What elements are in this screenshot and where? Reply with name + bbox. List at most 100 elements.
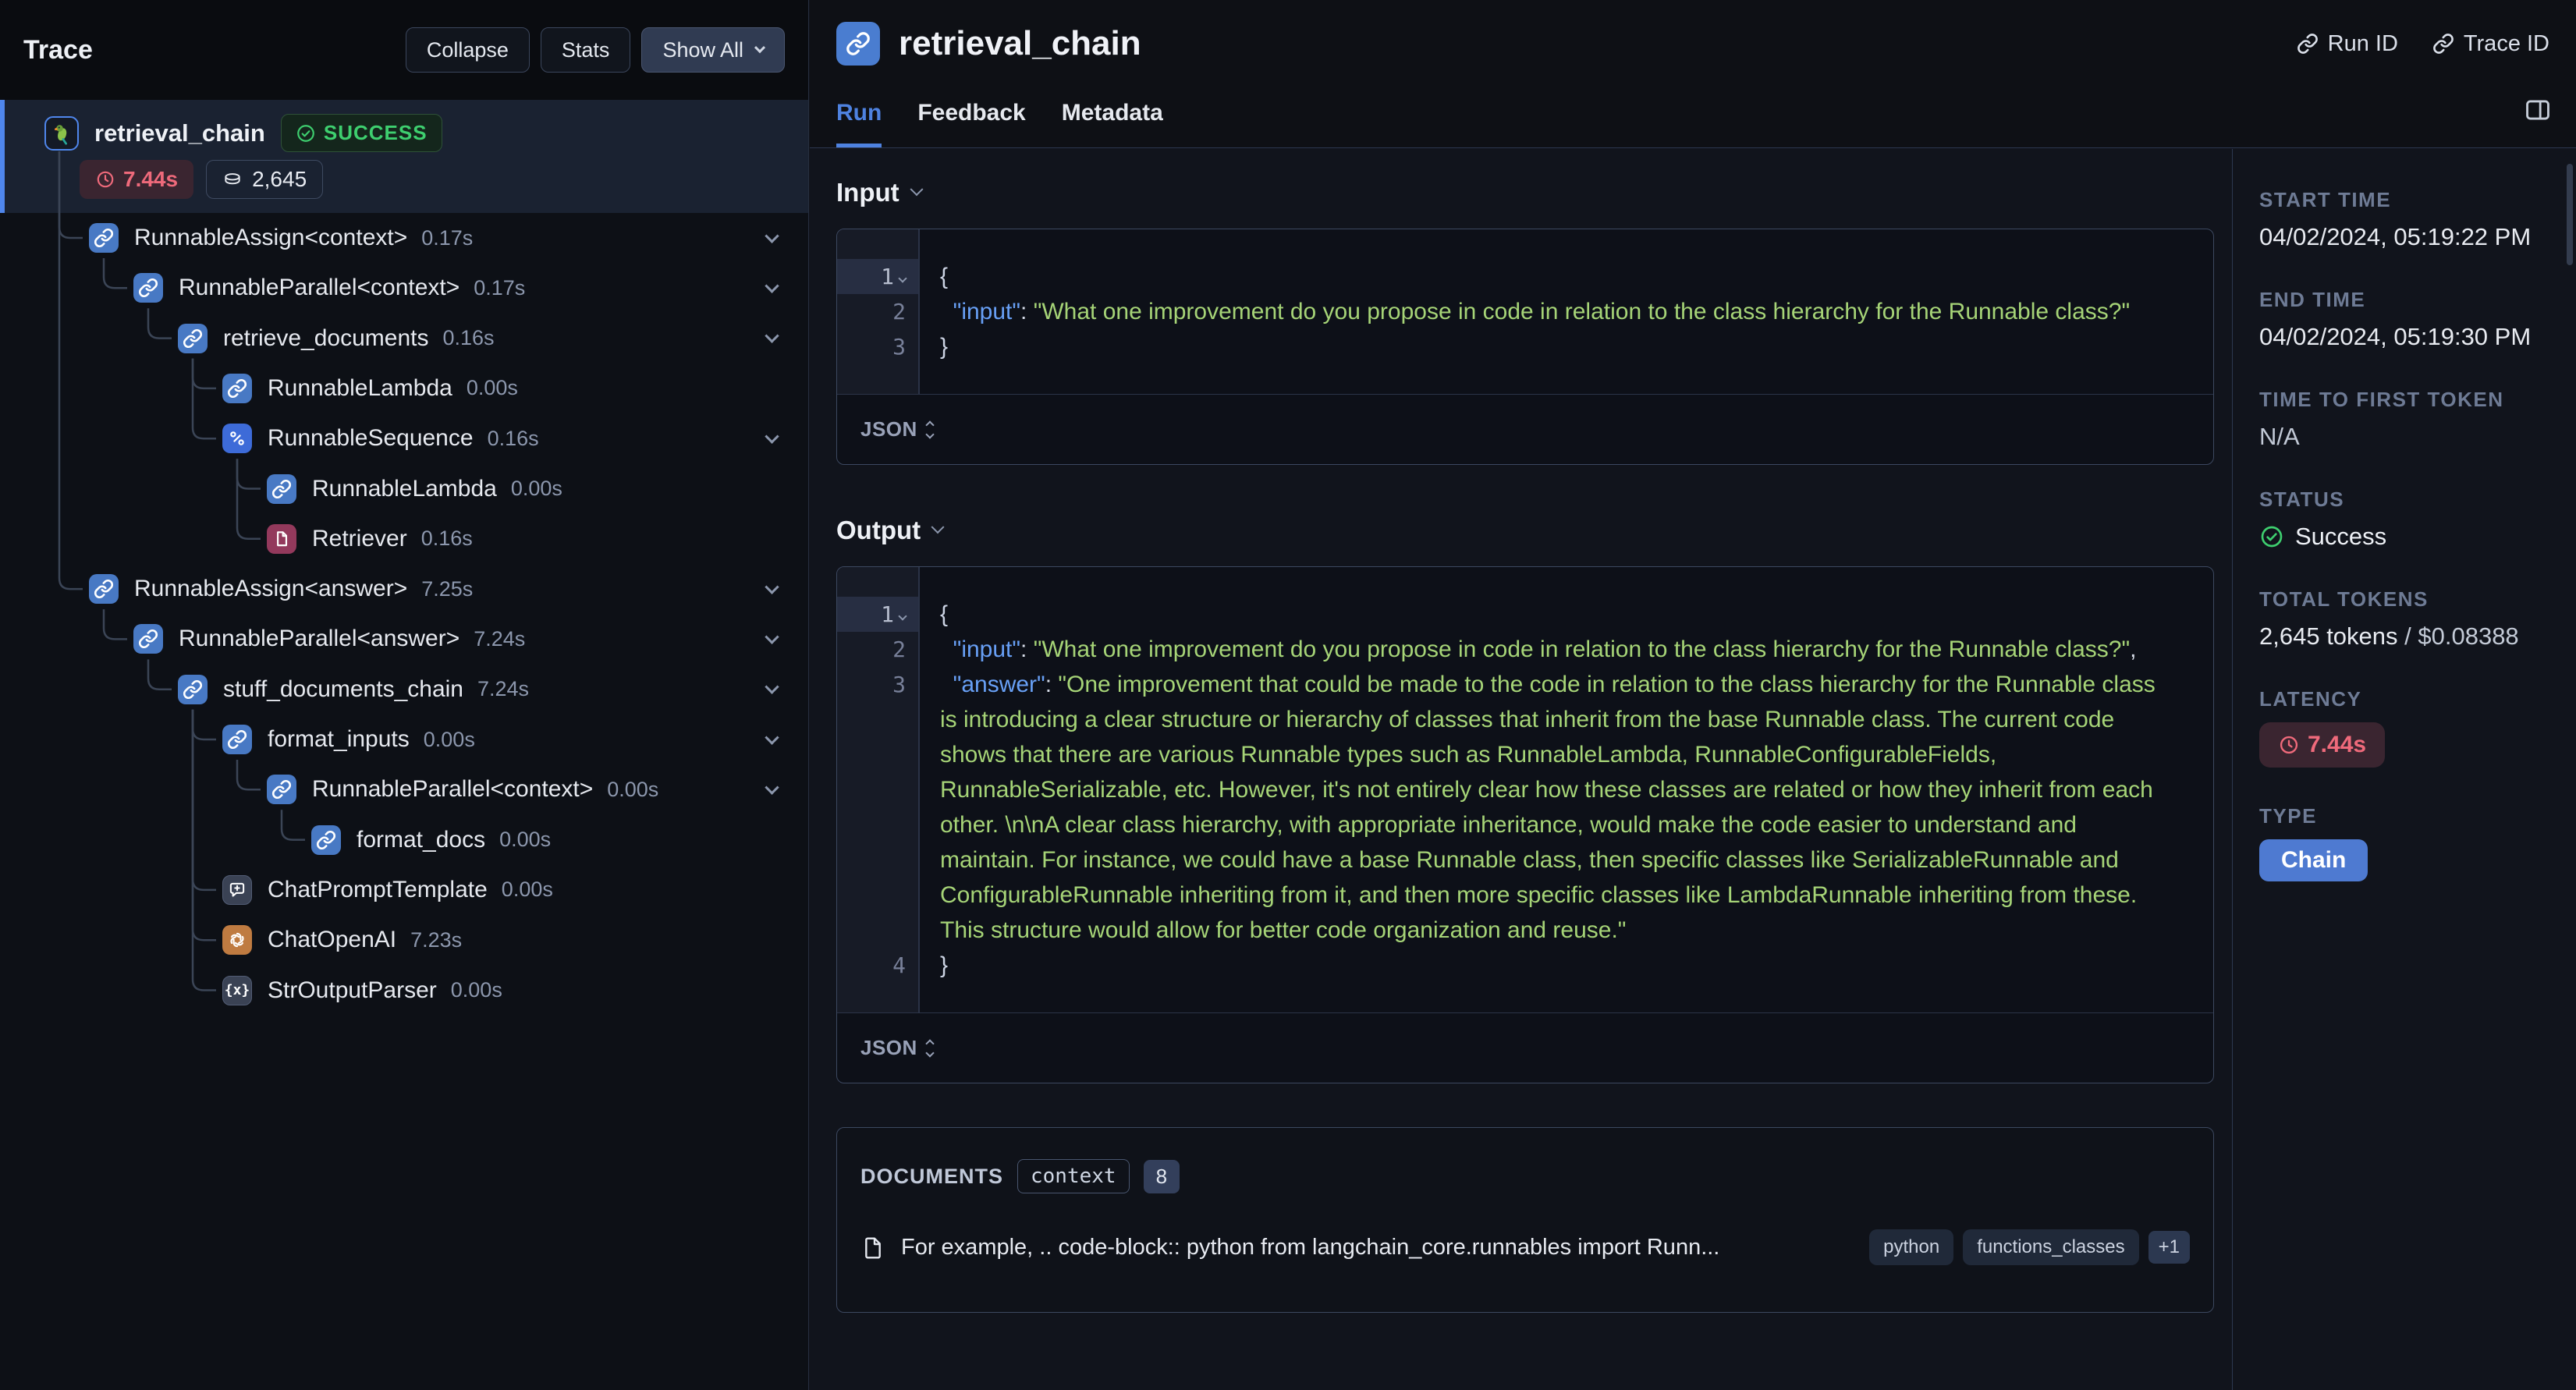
trace-node[interactable]: {x} StrOutputParser 0.00s — [0, 966, 808, 1016]
line-number[interactable]: 3 — [837, 667, 918, 948]
chevron-down-icon[interactable] — [765, 228, 779, 243]
code-line: 4} — [837, 948, 2213, 983]
type-label: TYPE — [2259, 804, 2317, 828]
tab-feedback[interactable]: Feedback — [917, 100, 1025, 147]
stats-button[interactable]: Stats — [540, 27, 631, 73]
trace-node[interactable]: Retriever 0.16s — [0, 514, 808, 564]
chevron-down-icon[interactable] — [765, 780, 779, 795]
fold-chevron-icon — [898, 612, 907, 621]
clock-icon — [2280, 736, 2298, 754]
panel-toggle-icon[interactable] — [2523, 95, 2553, 129]
line-number[interactable]: 1 — [837, 597, 918, 632]
ttft-label: TIME TO FIRST TOKEN — [2259, 388, 2504, 411]
trace-node[interactable]: RunnableLambda 0.00s — [0, 464, 808, 514]
trace-node[interactable]: RunnableAssign<answer> 7.25s — [0, 564, 808, 614]
chevron-down-icon — [931, 520, 945, 534]
trace-node[interactable]: format_docs 0.00s — [0, 815, 808, 865]
trace-node[interactable]: format_inputs 0.00s — [0, 715, 808, 764]
chevron-down-icon — [754, 42, 766, 54]
trace-node[interactable]: ChatPromptTemplate 0.00s — [0, 865, 808, 915]
end-time-label: END TIME — [2259, 288, 2366, 311]
trace-panel-header: Trace Collapse Stats Show All — [0, 0, 808, 100]
status-label: STATUS — [2259, 488, 2345, 511]
status-group: STATUS Success — [2259, 488, 2560, 551]
trace-node[interactable]: RunnableParallel<context> 0.00s — [0, 764, 808, 814]
chevron-down-icon[interactable] — [765, 679, 779, 695]
documents-label: DOCUMENTS — [860, 1164, 1003, 1188]
trace-node[interactable]: RunnableSequence 0.16s — [0, 413, 808, 463]
total-tokens-value: 2,645 tokens / $0.08388 — [2259, 622, 2519, 650]
chain-icon — [178, 323, 208, 353]
trace-node-duration: 0.16s — [487, 426, 539, 450]
trace-node-name: RunnableParallel<context> — [312, 776, 594, 803]
trace-node[interactable]: retrieve_documents 0.16s — [0, 314, 808, 363]
link-icon — [2297, 34, 2318, 54]
line-number[interactable]: 3 — [837, 329, 918, 364]
trace-node[interactable]: RunnableParallel<context> 0.17s — [0, 263, 808, 313]
code-line: 2 "input": "What one improvement do you … — [837, 632, 2213, 667]
run-header: retrieval_chain Run ID Trace ID Run Feed… — [810, 0, 2576, 148]
trace-header-actions: Collapse Stats Show All — [405, 27, 785, 73]
trace-node-duration: 7.24s — [477, 677, 530, 701]
chain-icon — [311, 824, 341, 855]
show-all-button[interactable]: Show All — [641, 27, 785, 73]
document-tags: python functions_classes +1 — [1869, 1229, 2190, 1265]
trace-node-name: RunnableSequence — [268, 425, 474, 452]
trace-node[interactable]: RunnableAssign<context> 0.17s — [0, 213, 808, 263]
trace-node-duration: 7.25s — [421, 576, 474, 601]
output-section-header[interactable]: Output — [836, 513, 2214, 548]
chain-icon — [133, 273, 163, 303]
retriever-icon — [267, 523, 296, 554]
end-time-group: END TIME 04/02/2024, 05:19:30 PM — [2259, 288, 2560, 351]
trace-node[interactable]: RunnableParallel<answer> 7.24s — [0, 614, 808, 664]
trace-node-duration: 0.17s — [421, 225, 474, 250]
doc-more-tags-badge[interactable]: +1 — [2148, 1231, 2190, 1264]
context-badge[interactable]: context — [1017, 1159, 1130, 1193]
chain-icon — [267, 473, 296, 504]
output-format-selector[interactable]: JSON — [837, 1012, 2213, 1083]
line-number[interactable]: 4 — [837, 948, 918, 983]
input-format-selector[interactable]: JSON — [837, 394, 2213, 464]
input-code: 1{2 "input": "What one improvement do yo… — [837, 229, 2213, 394]
trace-node-name: RunnableAssign<answer> — [134, 576, 408, 602]
chain-icon — [267, 775, 296, 805]
documents-section: DOCUMENTS context 8 For example, .. code… — [836, 1127, 2214, 1313]
trace-tree: RunnableAssign<context> 0.17s RunnablePa… — [0, 100, 808, 1390]
trace-node[interactable]: ChatOpenAI 7.23s — [0, 915, 808, 965]
chevron-down-icon[interactable] — [765, 328, 779, 343]
chevron-down-icon[interactable] — [765, 629, 779, 644]
run-header-actions: Run ID Trace ID — [2297, 31, 2549, 57]
trace-node-duration: 7.24s — [474, 626, 526, 651]
scrollbar-thumb[interactable] — [2567, 164, 2573, 265]
input-section-header[interactable]: Input — [836, 176, 2214, 210]
chevron-down-icon[interactable] — [765, 278, 779, 293]
chain-icon — [89, 574, 119, 605]
chain-icon — [222, 725, 252, 754]
collapse-button[interactable]: Collapse — [405, 27, 530, 73]
trace-node-duration: 0.00s — [607, 777, 659, 801]
trace-node-name: format_docs — [357, 826, 486, 853]
run-id-button[interactable]: Run ID — [2297, 31, 2398, 57]
chevron-down-icon[interactable] — [765, 580, 779, 594]
start-time-label: START TIME — [2259, 188, 2392, 211]
chevron-down-icon[interactable] — [765, 429, 779, 444]
tab-metadata[interactable]: Metadata — [1062, 100, 1163, 147]
fold-chevron-icon — [898, 274, 907, 283]
document-text: For example, .. code-block:: python from… — [901, 1234, 1720, 1260]
trace-node[interactable]: stuff_documents_chain 7.24s — [0, 665, 808, 715]
trace-id-button[interactable]: Trace ID — [2432, 31, 2549, 57]
trace-node-duration: 0.17s — [474, 275, 526, 300]
check-circle-icon — [2261, 526, 2283, 548]
trace-panel: Trace Collapse Stats Show All retrieval_… — [0, 0, 809, 1390]
line-number[interactable]: 1 — [837, 259, 918, 294]
trace-node[interactable]: RunnableLambda 0.00s — [0, 363, 808, 413]
tab-run[interactable]: Run — [836, 100, 882, 147]
sequence-icon — [222, 424, 252, 454]
trace-node-name: retrieve_documents — [223, 324, 429, 351]
chain-icon — [178, 674, 208, 704]
document-row[interactable]: For example, .. code-block:: python from… — [860, 1229, 2190, 1265]
run-metadata-sidebar: START TIME 04/02/2024, 05:19:22 PM END T… — [2232, 149, 2576, 1390]
line-number[interactable]: 2 — [837, 294, 918, 329]
chevron-down-icon[interactable] — [765, 729, 779, 745]
line-number[interactable]: 2 — [837, 632, 918, 667]
